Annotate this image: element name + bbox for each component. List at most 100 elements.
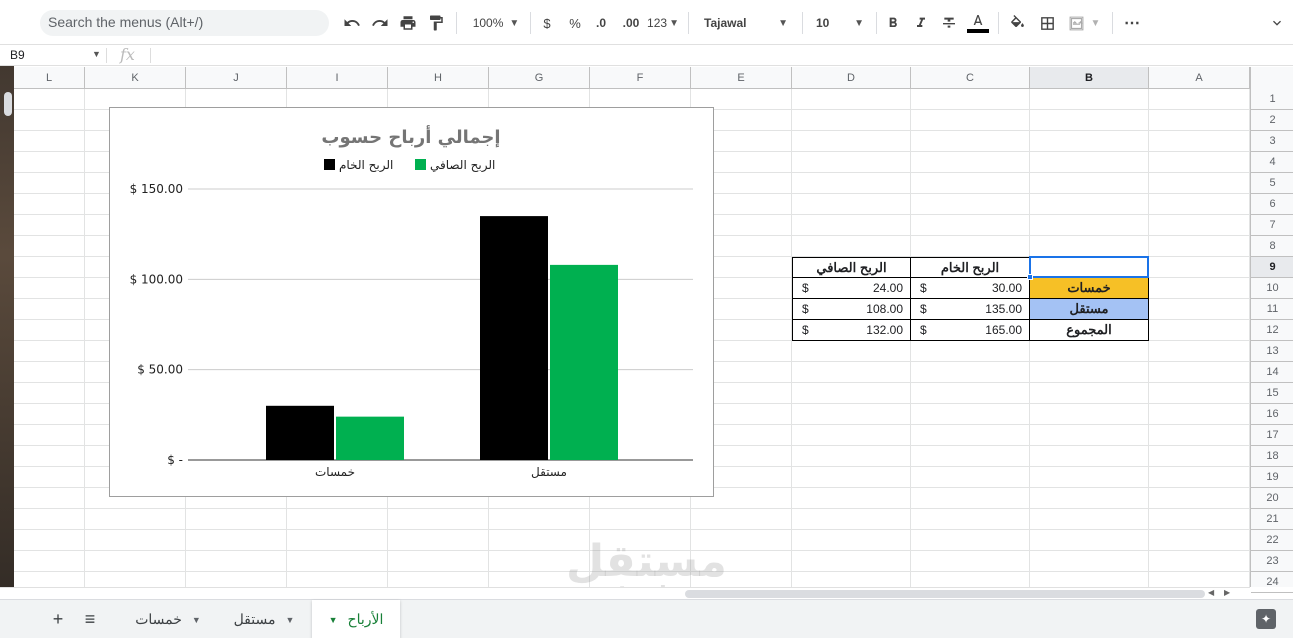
sheet-tab-profits[interactable]: الأرباح ▼ [312, 600, 400, 638]
row-header-8[interactable]: 8 [1251, 236, 1293, 257]
row-header-12[interactable]: 12 [1251, 320, 1293, 341]
borders-button[interactable] [1036, 12, 1058, 34]
percent-format-button[interactable]: % [566, 12, 584, 34]
undo-icon [344, 19, 360, 26]
bold-button[interactable] [882, 12, 904, 34]
paint-format-button[interactable] [424, 12, 448, 34]
cell-b9[interactable] [1030, 257, 1149, 278]
profit-chart[interactable]: إجمالي أرباح حسوب الربح الصافي الربح الخام… [109, 107, 714, 497]
row-header-17[interactable]: 17 [1251, 425, 1293, 446]
row-label-cell[interactable]: مستقل [1030, 299, 1149, 320]
grid-row-line [14, 508, 1250, 509]
row-label-cell[interactable]: المجموع [1030, 320, 1149, 341]
add-sheet-button[interactable]: + [44, 600, 72, 638]
chevron-down-icon: ▼ [778, 17, 788, 29]
column-header-h[interactable]: H [388, 67, 489, 89]
column-header-c[interactable]: C [911, 67, 1030, 89]
merge-cells-button[interactable]: ▼ [1064, 12, 1104, 34]
cell-net-value[interactable]: $108.00 [792, 299, 911, 320]
more-formats-button[interactable]: 123 ▼ [646, 12, 680, 34]
cell-gross-value[interactable]: $30.00 [911, 278, 1030, 299]
horizontal-scrollbar[interactable]: ◀ ▶ [0, 587, 1250, 599]
column-header-d[interactable]: D [792, 67, 911, 89]
column-header-b[interactable]: B [1030, 67, 1149, 89]
row-header-1[interactable]: 1 [1251, 89, 1293, 110]
column-header-j[interactable]: J [186, 67, 287, 89]
paint-bucket-icon [1010, 14, 1024, 27]
decrease-decimal-button[interactable]: .0 [590, 12, 612, 34]
more-options-button[interactable]: ⋯ [1120, 12, 1144, 34]
fx-icon: fx [120, 45, 135, 64]
sheet-tab-label: خمسات [135, 611, 182, 627]
row-header-23[interactable]: 23 [1251, 551, 1293, 572]
row-header-16[interactable]: 16 [1251, 404, 1293, 425]
font-family-select[interactable]: Tajawal ▼ [696, 12, 796, 34]
vertical-scroll-thumb[interactable] [4, 92, 12, 116]
text-color-button[interactable] [966, 12, 990, 34]
row-header-21[interactable]: 21 [1251, 509, 1293, 530]
column-header-e[interactable]: E [691, 67, 792, 89]
row-header-19[interactable]: 19 [1251, 467, 1293, 488]
column-header-a[interactable]: A [1149, 67, 1250, 89]
row-header-2[interactable]: 2 [1251, 110, 1293, 131]
explore-icon[interactable]: ✦ [1256, 609, 1276, 629]
row-header-9[interactable]: 9 [1251, 257, 1293, 278]
fill-handle[interactable] [1027, 274, 1033, 280]
scroll-left-arrow-icon[interactable]: ◀ [1208, 588, 1214, 597]
chart-canvas: إجمالي أرباح حسوب الربح الصافي الربح الخام… [130, 125, 693, 479]
row-label-cell[interactable]: خمسات [1030, 278, 1149, 299]
menu-search-input[interactable]: Search the menus (Alt+/) [40, 10, 329, 36]
sheet-tab-khamsat[interactable]: خمسات ▼ [120, 600, 216, 638]
row-header-10[interactable]: 10 [1251, 278, 1293, 299]
row-header-18[interactable]: 18 [1251, 446, 1293, 467]
undo-button[interactable] [340, 12, 364, 34]
strikethrough-icon [943, 17, 955, 28]
row-header-3[interactable]: 3 [1251, 131, 1293, 152]
cell-gross-value[interactable]: $135.00 [911, 299, 1030, 320]
fill-color-button[interactable] [1006, 12, 1028, 34]
column-header-i[interactable]: I [287, 67, 388, 89]
cell-net-value[interactable]: $132.00 [792, 320, 911, 341]
row-header-15[interactable]: 15 [1251, 383, 1293, 404]
row-header-5[interactable]: 5 [1251, 173, 1293, 194]
row-header-24[interactable]: 24 [1251, 572, 1293, 593]
header-gross-profit[interactable]: الربح الخام [911, 257, 1030, 278]
column-header-f[interactable]: F [590, 67, 691, 89]
row-header-20[interactable]: 20 [1251, 488, 1293, 509]
column-header-g[interactable]: G [489, 67, 590, 89]
cell-gross-value[interactable]: $165.00 [911, 320, 1030, 341]
currency-symbol: $ [920, 281, 927, 295]
chevron-down-icon: ▼ [285, 614, 295, 625]
row-header-4[interactable]: 4 [1251, 152, 1293, 173]
print-button[interactable] [396, 12, 420, 34]
all-sheets-button[interactable]: ≡ [76, 600, 104, 638]
currency-symbol: $ [920, 302, 927, 316]
column-header-l[interactable]: L [14, 67, 85, 89]
scroll-right-arrow-icon[interactable]: ▶ [1224, 588, 1230, 597]
header-net-profit[interactable]: الربح الصافي [792, 257, 911, 278]
chevron-down-icon[interactable]: ▼ [92, 49, 101, 59]
currency-format-button[interactable]: $ [538, 12, 556, 34]
column-header-k[interactable]: K [85, 67, 186, 89]
italic-button[interactable] [910, 12, 932, 34]
formula-input[interactable] [160, 48, 1260, 64]
print-icon [400, 16, 416, 30]
redo-button[interactable] [368, 12, 392, 34]
name-box[interactable]: B9 [10, 48, 25, 62]
strikethrough-button[interactable] [938, 12, 960, 34]
collapse-toolbar-button[interactable] [1266, 12, 1288, 34]
row-header-11[interactable]: 11 [1251, 299, 1293, 320]
row-header-6[interactable]: 6 [1251, 194, 1293, 215]
row-header-14[interactable]: 14 [1251, 362, 1293, 383]
cell-net-value[interactable]: $24.00 [792, 278, 911, 299]
y-tick-label: $ - [167, 453, 183, 467]
row-header-13[interactable]: 13 [1251, 341, 1293, 362]
sheet-tab-label: مستقل [233, 611, 276, 627]
zoom-select[interactable]: 100% ▼ [466, 12, 526, 34]
sheet-tab-mostaql[interactable]: مستقل ▼ [218, 600, 310, 638]
font-size-select[interactable]: 10 ▼ [808, 12, 872, 34]
increase-decimal-button[interactable]: .00 [618, 12, 644, 34]
row-header-7[interactable]: 7 [1251, 215, 1293, 236]
row-header-22[interactable]: 22 [1251, 530, 1293, 551]
horizontal-scroll-thumb[interactable] [685, 590, 1205, 598]
